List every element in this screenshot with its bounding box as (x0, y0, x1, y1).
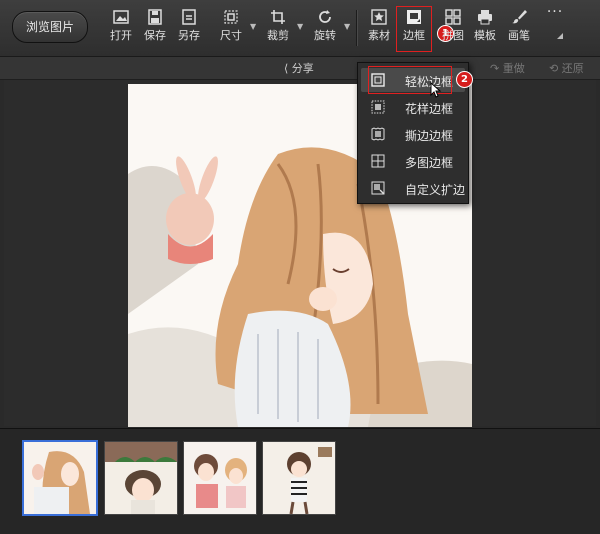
menu-item-multi-image-frame[interactable]: 多图边框 (361, 149, 465, 173)
sticker-star-icon (362, 8, 396, 28)
redo-button[interactable]: ↷ 重做 (490, 60, 525, 76)
thumbnail-3-image (184, 442, 256, 514)
share-icon: ⟨ (284, 62, 289, 75)
more-icon: ··· (546, 4, 564, 20)
thumbnail-2-image (105, 442, 177, 514)
pattern-frame-icon (371, 100, 385, 114)
secondary-toolbar: ⟨ 分享 ↷ 重做 ⟲ 还原 (0, 57, 600, 80)
save-as-icon (172, 8, 206, 28)
thumbnail-3[interactable] (183, 441, 257, 515)
main-toolbar: 浏览图片 打开 保存 另存 尺寸 ▼ 裁剪 ▼ 旋转 ▼ 素材 边框 1 拼图 … (0, 0, 600, 57)
resize-icon (214, 8, 248, 28)
torn-edge-frame-icon (371, 127, 385, 141)
redo-icon: ↷ (490, 62, 500, 75)
rotate-dropdown-arrow[interactable]: ▼ (344, 22, 352, 31)
brush-icon (502, 8, 536, 28)
thumbnail-2[interactable] (104, 441, 178, 515)
thumbnail-1[interactable] (22, 440, 98, 516)
expand-corner-icon[interactable] (557, 33, 563, 39)
resize-button[interactable]: 尺寸 (214, 6, 248, 50)
mouse-cursor-icon (430, 82, 442, 98)
thumbnail-4-image (263, 442, 335, 514)
frame-highlight-box (396, 6, 432, 52)
crop-dropdown-arrow[interactable]: ▼ (297, 22, 305, 31)
multi-image-frame-icon (371, 154, 385, 168)
thumbnail-strip (0, 428, 600, 534)
printer-template-icon (468, 8, 502, 28)
share-button[interactable]: ⟨ 分享 (284, 60, 314, 76)
more-button[interactable]: ··· (538, 4, 572, 48)
stickers-button[interactable]: 素材 (362, 6, 396, 50)
save-as-button[interactable]: 另存 (172, 6, 206, 50)
template-button[interactable]: 模板 (468, 6, 502, 50)
resize-dropdown-arrow[interactable]: ▼ (250, 22, 258, 31)
menu-item-torn-edge-frame[interactable]: 撕边边框 (361, 122, 465, 146)
save-button[interactable]: 保存 (138, 6, 172, 50)
menu-item-custom-extend[interactable]: 自定义扩边 (361, 176, 465, 200)
custom-extend-icon (371, 181, 385, 195)
browse-images-button[interactable]: 浏览图片 (12, 11, 88, 43)
collage-grid-icon (436, 8, 470, 28)
open-button[interactable]: 打开 (104, 6, 138, 50)
open-image-icon (104, 8, 138, 28)
brush-button[interactable]: 画笔 (502, 6, 536, 50)
crop-icon (261, 8, 295, 28)
restore-icon: ⟲ (549, 62, 559, 75)
rotate-icon (308, 8, 342, 28)
collage-button[interactable]: 拼图 (436, 6, 470, 50)
save-icon (138, 8, 172, 28)
menu-item-pattern-frame[interactable]: 花样边框 (361, 95, 465, 119)
thumbnail-1-image (24, 442, 96, 514)
restore-button[interactable]: ⟲ 还原 (549, 60, 584, 76)
rotate-button[interactable]: 旋转 (308, 6, 342, 50)
thumbnail-4[interactable] (262, 441, 336, 515)
step-marker-2: 2 (456, 71, 473, 88)
frame-dropdown-menu: 轻松边框 2 花样边框 撕边边框 多图边框 自定义扩边 (357, 62, 473, 204)
crop-button[interactable]: 裁剪 (261, 6, 295, 50)
toolbar-divider (356, 10, 357, 46)
